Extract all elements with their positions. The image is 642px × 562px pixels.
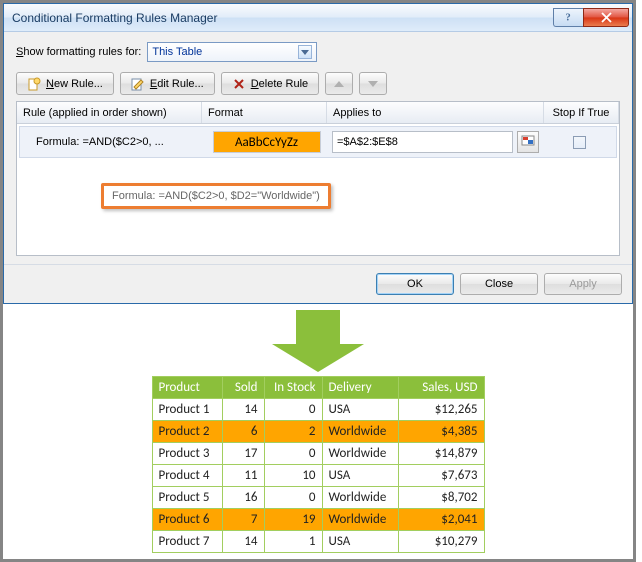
header-stop: Stop If True <box>544 102 619 123</box>
range-selector-icon <box>521 135 535 149</box>
rules-list: Rule (applied in order shown) Format App… <box>16 101 620 256</box>
cell-delivery: Worldwide <box>322 421 398 443</box>
window-title: Conditional Formatting Rules Manager <box>12 11 217 25</box>
cell-delivery: Worldwide <box>322 487 398 509</box>
header-format: Format <box>202 102 327 123</box>
cell-sold: 16 <box>222 487 264 509</box>
cell-stock: 19 <box>264 509 322 531</box>
cell-sold: 6 <box>222 421 264 443</box>
table-row: Product 262Worldwide$4,385 <box>152 421 484 443</box>
close-button[interactable]: Close <box>460 273 538 295</box>
cell-delivery: USA <box>322 531 398 553</box>
arrow-graphic <box>3 304 633 372</box>
cell-product: Product 1 <box>152 399 222 421</box>
cell-sold: 7 <box>222 509 264 531</box>
apply-button[interactable]: Apply <box>544 273 622 295</box>
th-delivery: Delivery <box>322 377 398 399</box>
cell-stock: 2 <box>264 421 322 443</box>
scope-select[interactable]: This Table <box>147 42 317 62</box>
cell-sold: 17 <box>222 443 264 465</box>
rule-formula-text: Formula: =AND($C2>0, ... <box>20 136 205 148</box>
titlebar: Conditional Formatting Rules Manager ? <box>4 4 632 32</box>
cell-stock: 10 <box>264 465 322 487</box>
cell-sales: $8,702 <box>398 487 484 509</box>
cell-sold: 14 <box>222 531 264 553</box>
cell-delivery: Worldwide <box>322 443 398 465</box>
edit-rule-button[interactable]: Edit Rule... <box>120 72 215 95</box>
delete-rule-icon <box>232 77 246 91</box>
cell-sales: $12,265 <box>398 399 484 421</box>
cell-stock: 0 <box>264 487 322 509</box>
cell-product: Product 6 <box>152 509 222 531</box>
table-row: Product 3170Worldwide$14,879 <box>152 443 484 465</box>
edit-rule-icon <box>131 77 145 91</box>
new-rule-button[interactable]: New Rule... <box>16 72 114 95</box>
help-icon: ? <box>562 10 576 24</box>
th-sales: Sales, USD <box>398 377 484 399</box>
svg-text:?: ? <box>565 13 570 24</box>
scope-value: This Table <box>152 46 202 58</box>
table-row: Product 7141USA$10,279 <box>152 531 484 553</box>
new-rule-icon <box>27 77 41 91</box>
th-sold: Sold <box>222 377 264 399</box>
close-window-button[interactable] <box>583 8 629 27</box>
close-icon <box>601 12 612 23</box>
triangle-up-icon <box>334 81 344 87</box>
cell-product: Product 4 <box>152 465 222 487</box>
cell-stock: 0 <box>264 399 322 421</box>
formula-tooltip: Formula: =AND($C2>0, $D2="Worldwide") <box>101 183 331 209</box>
ok-button[interactable]: OK <box>376 273 454 295</box>
move-up-button[interactable] <box>325 72 353 95</box>
cell-sold: 14 <box>222 399 264 421</box>
chevron-down-icon <box>298 45 312 59</box>
format-sample: AaBbCcYyZz <box>213 131 321 153</box>
dialog-window: Conditional Formatting Rules Manager ? S… <box>3 3 633 304</box>
cell-delivery: USA <box>322 399 398 421</box>
cell-product: Product 7 <box>152 531 222 553</box>
header-applies: Applies to <box>327 102 544 123</box>
cell-stock: 0 <box>264 443 322 465</box>
table-row: Product 5160Worldwide$8,702 <box>152 487 484 509</box>
move-down-button[interactable] <box>359 72 387 95</box>
delete-rule-button[interactable]: Delete Rule <box>221 72 320 95</box>
cell-sold: 11 <box>222 465 264 487</box>
cell-sales: $10,279 <box>398 531 484 553</box>
result-table: Product Sold In Stock Delivery Sales, US… <box>152 376 485 553</box>
table-row: Product 6719Worldwide$2,041 <box>152 509 484 531</box>
header-rule: Rule (applied in order shown) <box>17 102 202 123</box>
cell-delivery: Worldwide <box>322 509 398 531</box>
th-product: Product <box>152 377 222 399</box>
cell-sales: $14,879 <box>398 443 484 465</box>
scope-label: Show formatting rules for: <box>16 46 141 58</box>
table-row: Product 1140USA$12,265 <box>152 399 484 421</box>
cell-sales: $4,385 <box>398 421 484 443</box>
table-row: Product 41110USA$7,673 <box>152 465 484 487</box>
cell-product: Product 3 <box>152 443 222 465</box>
rule-row[interactable]: Formula: =AND($C2>0, ... AaBbCcYyZz <box>19 126 617 158</box>
cell-product: Product 2 <box>152 421 222 443</box>
applies-to-input[interactable] <box>332 131 513 153</box>
cell-sales: $7,673 <box>398 465 484 487</box>
triangle-down-icon <box>368 81 378 87</box>
stop-if-true-checkbox[interactable] <box>573 136 586 149</box>
cell-stock: 1 <box>264 531 322 553</box>
cell-delivery: USA <box>322 465 398 487</box>
help-button[interactable]: ? <box>553 8 583 27</box>
cell-sales: $2,041 <box>398 509 484 531</box>
cell-product: Product 5 <box>152 487 222 509</box>
th-stock: In Stock <box>264 377 322 399</box>
range-selector-button[interactable] <box>517 131 539 153</box>
